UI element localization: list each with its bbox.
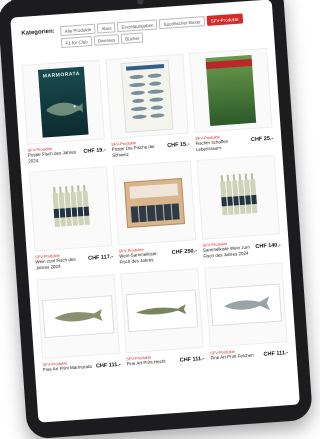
product-price: CHF 15.- — [167, 141, 190, 149]
product-name[interactable]: Wein-Sammelkiste: Fisch des Jahres — [119, 250, 170, 265]
filter-tag-alle-produkte[interactable]: Alle Produkte — [60, 23, 96, 37]
product-card-wein-sammelkiste[interactable]: SFV-Produkte Wein-Sammelkiste: Fisch des… — [112, 160, 198, 265]
product-card-lebensraum[interactable]: SFV-Produkte Fischer schaffen Lebensraum… — [189, 47, 274, 152]
product-card-wein-fisch-des-jahres[interactable]: SFV-Produkte Wein zum Fisch des Jahres 2… — [29, 166, 114, 271]
book-title-band — [205, 58, 253, 70]
product-price: CHF 250.- — [171, 248, 198, 257]
product-card-print-marmorata[interactable]: SFV-Produkte Fine Art Print Marmorata CH… — [36, 273, 121, 372]
tablet-bezel: Kategorien: Alle Produkte Abos Einzelaus… — [0, 0, 313, 439]
filter-tag-buecher[interactable]: Bücher — [120, 32, 144, 44]
product-image[interactable]: MARMORATA — [21, 59, 105, 145]
poster-marmorata-image: MARMORATA — [37, 66, 89, 138]
product-price: CHF 111.- — [263, 349, 289, 358]
product-card-sammelkiste-wein[interactable]: SFV-Produkte Sammelkiste Wein zum Fisch … — [196, 154, 282, 259]
wine-box-image — [123, 178, 186, 229]
filter-tag-f1-for-club[interactable]: F1 for Club — [61, 36, 93, 49]
tablet-screen: Kategorien: Alle Produkte Abos Einzelaus… — [10, 0, 300, 423]
product-grid: MARMORATA SFV-Produkte Poster Fisch des … — [13, 39, 296, 373]
filter-tag-sfv-produkte[interactable]: SFV-Produkte — [206, 13, 243, 26]
wine-bottles-image — [52, 190, 90, 228]
filter-label: Kategorien: — [21, 28, 55, 37]
product-image[interactable] — [189, 47, 273, 134]
product-image[interactable] — [29, 166, 113, 252]
product-price: CHF 19.- — [83, 147, 106, 155]
product-card-poster-marmorata[interactable]: MARMORATA SFV-Produkte Poster Fisch des … — [21, 59, 107, 164]
wine-bottles-image — [219, 179, 257, 216]
product-price: CHF 25.- — [250, 135, 274, 144]
product-name[interactable]: Sammelkiste Wein zum Fisch des Jahres 20… — [203, 244, 254, 259]
product-card-print-felchen[interactable]: SFV-Produkte Fine Art Print Felchen CHF … — [204, 261, 289, 361]
product-price: CHF 111.- — [95, 361, 121, 369]
tablet-device: Kategorien: Alle Produkte Abos Einzelaus… — [0, 0, 313, 439]
fish-print-image — [41, 294, 115, 338]
product-price: CHF 111.- — [179, 355, 205, 364]
filter-tag-abos[interactable]: Abos — [96, 22, 116, 34]
product-image[interactable] — [120, 267, 204, 353]
book-lebensraum-image — [205, 54, 257, 126]
product-name[interactable]: Poster Die Fische der Schweiz — [111, 143, 165, 158]
product-card-print-hecht[interactable]: SFV-Produkte Fine Art Print Hecht CHF 11… — [120, 267, 205, 367]
product-name[interactable]: Fischer schaffen Lebensraum — [195, 137, 249, 152]
product-image[interactable] — [196, 154, 281, 241]
product-price: CHF 140.- — [255, 242, 281, 251]
product-image[interactable] — [36, 273, 120, 359]
camera-icon — [137, 0, 144, 5]
filter-tag-sportfischer-boxer[interactable]: Sportfischer-Boxer — [159, 16, 205, 30]
product-card-poster-fische-schweiz[interactable]: SFV-Produkte Poster Die Fische der Schwe… — [105, 53, 190, 158]
product-name[interactable]: Poster Fisch des Jahres 2024 — [28, 149, 82, 164]
filter-tag-diverses[interactable]: Diverses — [93, 34, 120, 46]
product-name[interactable]: Wein zum Fisch des Jahres 2024 — [35, 256, 87, 271]
product-price: CHF 117.- — [87, 254, 114, 263]
fish-print-image — [125, 288, 199, 332]
product-image[interactable] — [105, 53, 189, 139]
poster-fische-schweiz-image — [120, 59, 174, 133]
filter-tag-einzelausgaben[interactable]: Einzelausgaben — [117, 19, 158, 33]
product-image[interactable] — [204, 261, 288, 348]
product-image[interactable] — [112, 160, 197, 246]
fish-print-image — [209, 283, 283, 326]
